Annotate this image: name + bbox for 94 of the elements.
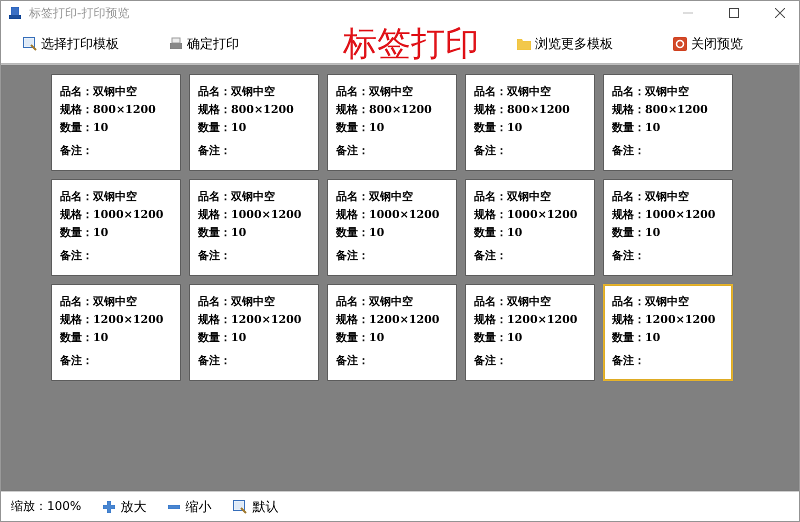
label-text: 规格：800×1200 <box>198 102 295 118</box>
zoom-button[interactable]: 默认 <box>233 498 278 516</box>
label-text: 数量：10 <box>336 330 386 346</box>
label-text: 数量：10 <box>474 225 524 241</box>
label-text: 备注： <box>60 248 94 264</box>
label-text: 备注： <box>474 353 508 369</box>
close-icon[interactable] <box>775 8 785 18</box>
toolbar-button[interactable]: 浏览更多模板 <box>517 35 613 53</box>
power-icon <box>673 37 687 51</box>
label-text: 品名：双钢中空 <box>60 84 138 100</box>
label-text: 规格：1000×1200 <box>198 207 302 223</box>
label-card[interactable]: 品名：双钢中空 规格：1000×1200 数量：10 备注： <box>465 179 595 276</box>
label-text: 数量：10 <box>336 225 386 241</box>
label-text: 备注： <box>612 248 646 264</box>
label-text: 备注： <box>336 143 370 159</box>
label-text: 数量：10 <box>474 120 524 136</box>
app-icon <box>9 6 23 20</box>
zoom-button[interactable]: 放大 <box>103 498 146 516</box>
label-text: 规格：1000×1200 <box>612 207 716 223</box>
label-text: 备注： <box>60 143 94 159</box>
label-text: 规格：1200×1200 <box>336 312 440 328</box>
label-text: 品名：双钢中空 <box>474 84 552 100</box>
label-text: 规格：800×1200 <box>474 102 571 118</box>
label-text: 数量：10 <box>612 330 662 346</box>
label-text: 品名：双钢中空 <box>612 189 690 205</box>
label-text: 数量：10 <box>198 330 248 346</box>
label-card[interactable]: 品名：双钢中空 规格：1200×1200 数量：10 备注： <box>465 284 595 381</box>
label-text: 品名：双钢中空 <box>612 84 690 100</box>
label-text: 数量：10 <box>612 225 662 241</box>
label-text: 品名：双钢中空 <box>198 294 276 310</box>
label-text: 规格：800×1200 <box>60 102 157 118</box>
label-card[interactable]: 品名：双钢中空 规格：800×1200 数量：10 备注： <box>603 74 733 171</box>
label-text: 备注： <box>474 143 508 159</box>
label-card[interactable]: 品名：双钢中空 规格：800×1200 数量：10 备注： <box>465 74 595 171</box>
zoom-button[interactable]: 缩小 <box>168 498 212 516</box>
label-text: 数量：10 <box>60 120 110 136</box>
label-card[interactable]: 品名：双钢中空 规格：800×1200 数量：10 备注： <box>189 74 319 171</box>
label-text: 数量：10 <box>60 225 110 241</box>
label-text: 规格：1200×1200 <box>474 312 578 328</box>
label-text: 规格：1200×1200 <box>612 312 716 328</box>
plus-icon <box>103 500 116 512</box>
label-text: 备注： <box>336 248 370 264</box>
label-card[interactable]: 品名：双钢中空 规格：1000×1200 数量：10 备注： <box>327 179 457 276</box>
label-text: 规格：1200×1200 <box>60 312 164 328</box>
label-text: 数量：10 <box>474 330 524 346</box>
label-text: 品名：双钢中空 <box>336 294 414 310</box>
magnifier-icon <box>233 500 248 514</box>
toolbar-button[interactable]: 选择打印模板 <box>23 35 119 53</box>
folder-icon <box>517 37 531 51</box>
label-text: 数量：10 <box>336 120 386 136</box>
label-text: 备注： <box>60 353 94 369</box>
label-text: 品名：双钢中空 <box>60 294 138 310</box>
label-text: 备注： <box>612 353 646 369</box>
label-text: 规格：1000×1200 <box>336 207 440 223</box>
label-text: 品名：双钢中空 <box>336 84 414 100</box>
label-text: 备注： <box>612 143 646 159</box>
label-text: 备注： <box>336 353 370 369</box>
label-card[interactable]: 品名：双钢中空 规格：800×1200 数量：10 备注： <box>51 74 181 171</box>
label-text: 品名：双钢中空 <box>198 84 276 100</box>
label-text: 数量：10 <box>198 225 248 241</box>
window-title: 标签打印-打印预览 <box>29 4 130 22</box>
label-text: 品名：双钢中空 <box>336 189 414 205</box>
label-card[interactable]: 品名：双钢中空 规格：800×1200 数量：10 备注： <box>327 74 457 171</box>
maximize-icon[interactable] <box>729 8 739 18</box>
label-text: 规格：1000×1200 <box>60 207 164 223</box>
label-card[interactable]: 品名：双钢中空 规格：1000×1200 数量：10 备注： <box>189 179 319 276</box>
label-text: 备注： <box>198 248 232 264</box>
label-card[interactable]: 品名：双钢中空 规格：1000×1200 数量：10 备注： <box>603 179 733 276</box>
label-text: 数量：10 <box>198 120 248 136</box>
label-text: 规格：800×1200 <box>612 102 709 118</box>
label-card[interactable]: 品名：双钢中空 规格：1200×1200 数量：10 备注： <box>327 284 457 381</box>
label-text: 数量：10 <box>612 120 662 136</box>
magnifier-icon <box>23 37 37 51</box>
label-text: 规格：800×1200 <box>336 102 433 118</box>
label-text: 备注： <box>474 248 508 264</box>
label-card[interactable]: 品名：双钢中空 规格：1200×1200 数量：10 备注： <box>51 284 181 381</box>
label-text: 备注： <box>198 353 232 369</box>
label-text: 品名：双钢中空 <box>198 189 276 205</box>
label-text: 品名：双钢中空 <box>612 294 690 310</box>
label-text: 品名：双钢中空 <box>60 189 138 205</box>
label-text: 备注： <box>198 143 232 159</box>
label-card[interactable]: 品名：双钢中空 规格：1200×1200 数量：10 备注： <box>603 284 733 381</box>
label-text: 规格：1200×1200 <box>198 312 302 328</box>
label-text: 品名：双钢中空 <box>474 189 552 205</box>
printer-icon <box>169 37 183 51</box>
label-text: 数量：10 <box>60 330 110 346</box>
toolbar-button[interactable]: 确定打印 <box>169 35 239 53</box>
label-text: 规格：1000×1200 <box>474 207 578 223</box>
toolbar-button[interactable]: 关闭预览 <box>673 35 743 53</box>
label-card[interactable]: 品名：双钢中空 规格：1200×1200 数量：10 备注： <box>189 284 319 381</box>
heading: 标签打印 <box>343 27 479 61</box>
zoom-text: 缩放：100% <box>11 498 82 515</box>
label-text: 品名：双钢中空 <box>474 294 552 310</box>
label-card[interactable]: 品名：双钢中空 规格：1000×1200 数量：10 备注： <box>51 179 181 276</box>
